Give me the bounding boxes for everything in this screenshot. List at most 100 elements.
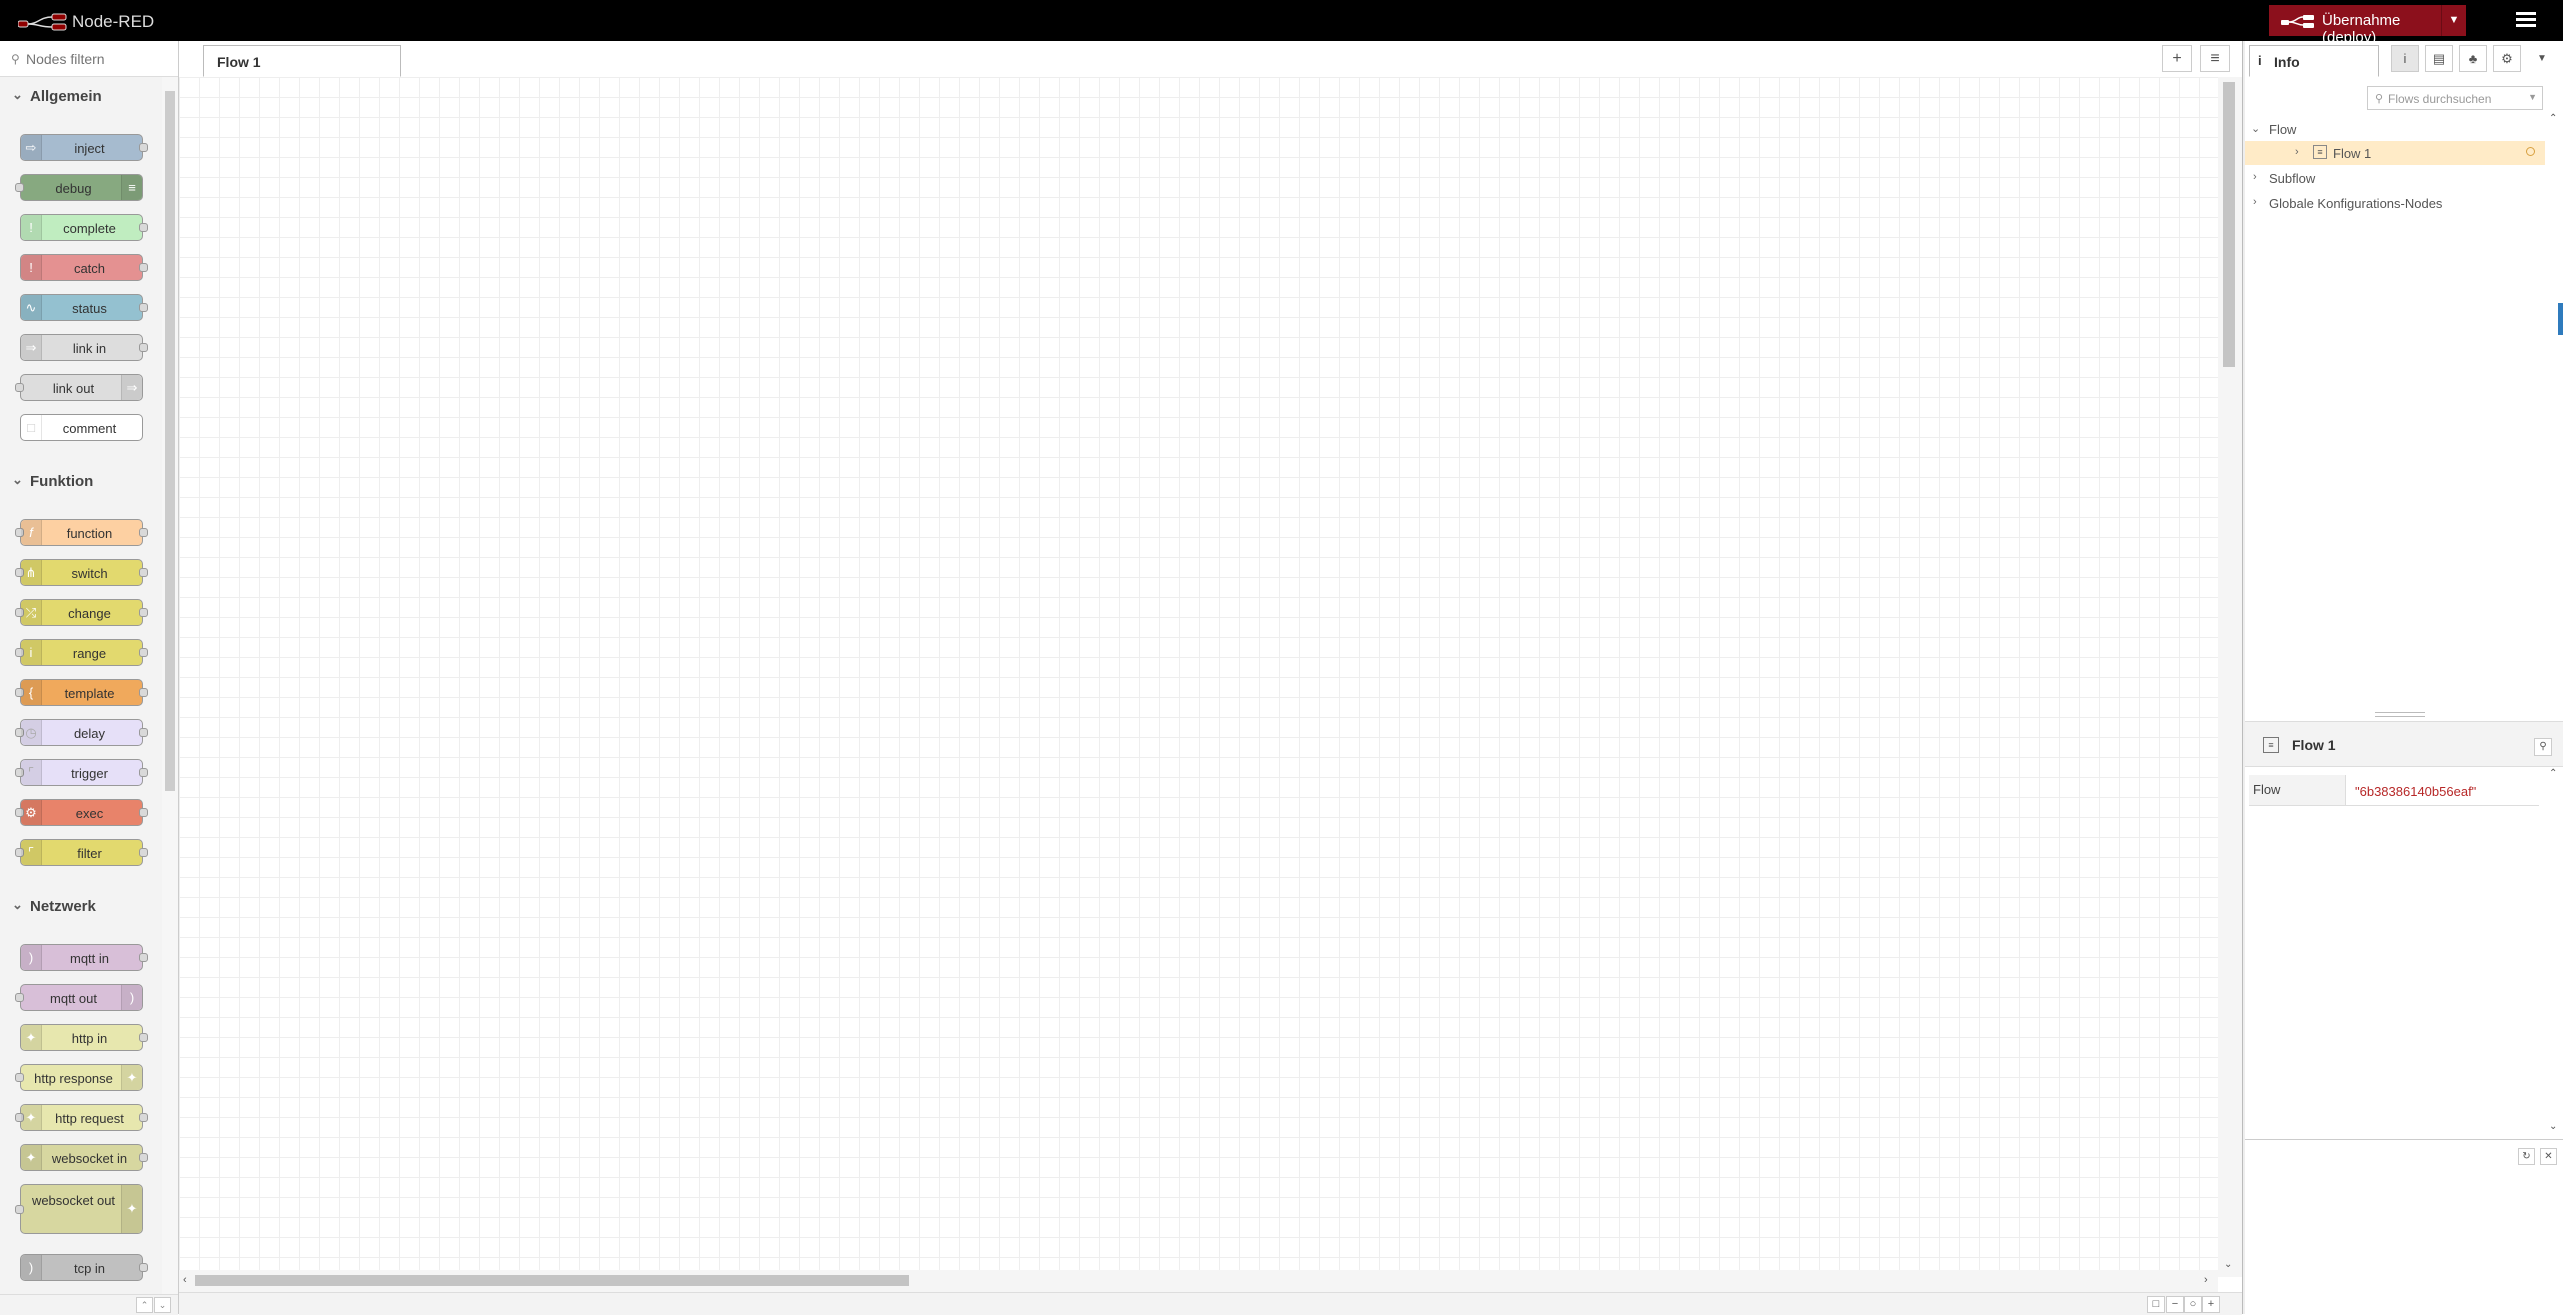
zoom-in-icon[interactable]: + bbox=[2202, 1296, 2220, 1313]
scroll-up-icon[interactable]: ⌃ bbox=[2549, 113, 2557, 124]
flow-canvas[interactable] bbox=[179, 77, 2218, 1277]
list-icon: ≡ bbox=[121, 175, 142, 200]
palette-node-http-response[interactable]: http response ✦ bbox=[15, 1064, 143, 1091]
chevron-down-icon: ⌄ bbox=[12, 472, 23, 487]
palette-node-complete[interactable]: ! complete bbox=[20, 214, 148, 241]
tree-item-flow-1[interactable]: › ≡ Flow 1 bbox=[2245, 141, 2545, 165]
zoom-reset-icon[interactable]: ○ bbox=[2184, 1296, 2202, 1313]
node-details-panel: ≡ Flow 1 ⚲ Flow "6b38386140b56eaf" ⌃ ⌄ bbox=[2245, 721, 2563, 1140]
search-icon[interactable]: ⚲ bbox=[2534, 738, 2552, 756]
palette-node-filter[interactable]: ⌜ filter bbox=[15, 839, 148, 866]
braces-icon: { bbox=[21, 680, 42, 705]
palette-node-inject[interactable]: ⇨ inject bbox=[20, 134, 148, 161]
zoom-out-icon[interactable]: − bbox=[2166, 1296, 2184, 1313]
scroll-down-icon[interactable]: ⌄ bbox=[2224, 1259, 2232, 1270]
palette-node-comment[interactable]: □ comment bbox=[20, 414, 143, 441]
canvas-vertical-scrollbar[interactable]: ⌄ bbox=[2218, 77, 2242, 1277]
category-funktion[interactable]: ⌄ Funktion bbox=[0, 467, 162, 497]
workspace-footer: □ − ○ + bbox=[179, 1292, 2242, 1315]
tree-item-flow[interactable]: ⌄ Flow bbox=[2245, 117, 2545, 141]
palette-node-mqtt-in[interactable]: ) mqtt in bbox=[20, 944, 148, 971]
help-tab-button[interactable]: ▤ bbox=[2425, 45, 2453, 72]
palette-node-exec[interactable]: ⚙ exec bbox=[15, 799, 148, 826]
palette-node-debug[interactable]: debug ≡ bbox=[15, 174, 143, 201]
palette-node-catch[interactable]: ! catch bbox=[20, 254, 148, 281]
collapse-all-icon[interactable]: ⌃ bbox=[136, 1297, 153, 1313]
chevron-right-icon: › bbox=[2295, 146, 2299, 158]
palette-node-switch[interactable]: ⋔ switch bbox=[15, 559, 148, 586]
function-icon: f bbox=[21, 520, 42, 545]
palette-node-http-in[interactable]: ✦ http in bbox=[20, 1024, 148, 1051]
main-menu-button[interactable] bbox=[2516, 10, 2536, 30]
link-icon: ⇒ bbox=[121, 375, 142, 400]
close-icon[interactable]: ✕ bbox=[2540, 1148, 2557, 1165]
palette-node-trigger[interactable]: ⌜ trigger bbox=[15, 759, 148, 786]
palette-node-http-request[interactable]: ✦ http request bbox=[15, 1104, 148, 1131]
details-scrollbar[interactable]: ⌃ ⌄ bbox=[2545, 766, 2563, 1140]
tab-info[interactable]: i Info bbox=[2249, 45, 2379, 77]
flow-status-icon bbox=[2526, 147, 2535, 156]
globe-icon: ✦ bbox=[21, 1105, 42, 1130]
wireless-icon: ) bbox=[21, 1255, 42, 1280]
deploy-menu-button[interactable]: ▼ bbox=[2442, 5, 2466, 36]
chevron-down-icon: ⌄ bbox=[12, 897, 23, 912]
info-tab-button[interactable]: i bbox=[2391, 45, 2419, 72]
chevron-right-icon: › bbox=[2253, 196, 2257, 208]
filter-icon: ⌜ bbox=[21, 840, 42, 865]
debug-tab-button[interactable]: ♣ bbox=[2459, 45, 2487, 72]
scroll-up-icon[interactable]: ⌃ bbox=[2549, 768, 2557, 779]
globe-icon: ✦ bbox=[121, 1065, 142, 1090]
outline-scrollbar[interactable]: ⌃ ⌄ bbox=[2545, 113, 2563, 783]
palette-filter-input[interactable] bbox=[24, 48, 173, 70]
flow-icon: ≡ bbox=[2263, 737, 2279, 753]
canvas-hscroll-thumb[interactable] bbox=[195, 1275, 909, 1286]
config-tab-button[interactable]: ⚙ bbox=[2493, 45, 2521, 72]
info-icon: i bbox=[2258, 53, 2262, 68]
expand-all-icon[interactable]: ⌄ bbox=[154, 1297, 171, 1313]
add-flow-button[interactable]: + bbox=[2162, 45, 2192, 72]
scroll-down-icon[interactable]: ⌄ bbox=[2549, 1121, 2557, 1132]
search-icon: ⚲ bbox=[2375, 93, 2384, 105]
navigator-icon[interactable]: □ bbox=[2147, 1296, 2165, 1313]
info-split-handle[interactable] bbox=[2375, 712, 2425, 717]
tab-flow-1[interactable]: Flow 1 bbox=[203, 45, 401, 77]
sidebar-menu-caret-icon[interactable]: ▼ bbox=[2537, 53, 2547, 64]
chevron-down-icon: ⌄ bbox=[2251, 123, 2261, 135]
canvas-horizontal-scrollbar[interactable]: ‹ › bbox=[179, 1270, 2218, 1292]
refresh-icon[interactable]: ↻ bbox=[2518, 1148, 2535, 1165]
tree-item-subflow[interactable]: › Subflow bbox=[2245, 166, 2545, 190]
palette-node-template[interactable]: { template bbox=[15, 679, 148, 706]
range-icon: i bbox=[21, 640, 42, 665]
canvas-vscroll-thumb[interactable] bbox=[2223, 82, 2235, 367]
palette-node-websocket-out[interactable]: websocket out ✦ bbox=[15, 1184, 143, 1234]
list-flows-button[interactable]: ≡ bbox=[2200, 45, 2230, 72]
deploy-button[interactable]: Übernahme (deploy) bbox=[2269, 5, 2442, 46]
palette-node-function[interactable]: f function bbox=[15, 519, 148, 546]
palette-node-range[interactable]: i range bbox=[15, 639, 148, 666]
scroll-left-icon[interactable]: ‹ bbox=[183, 1274, 187, 1286]
gear-icon: ⚙ bbox=[2501, 51, 2513, 66]
palette-node-tcp-in[interactable]: ) tcp in bbox=[20, 1254, 148, 1281]
caret-down-icon: ▼ bbox=[2448, 14, 2460, 26]
palette-node-mqtt-out[interactable]: mqtt out ) bbox=[15, 984, 143, 1011]
palette-scrollbar[interactable] bbox=[162, 77, 178, 1314]
caret-down-icon: ▼ bbox=[2528, 92, 2537, 102]
palette-node-link-out[interactable]: link out ⇒ bbox=[15, 374, 143, 401]
flows-search-input[interactable]: ⚲ Flows durchsuchen ▼ bbox=[2367, 86, 2543, 110]
palette-node-status[interactable]: ∿ status bbox=[20, 294, 148, 321]
category-netzwerk[interactable]: ⌄ Netzwerk bbox=[0, 892, 162, 922]
book-icon: ▤ bbox=[2432, 51, 2446, 66]
palette-node-link-in[interactable]: ⇒ link in bbox=[20, 334, 148, 361]
palette-scroll-thumb[interactable] bbox=[165, 91, 175, 791]
property-row-flow: Flow "6b38386140b56eaf" bbox=[2249, 775, 2539, 806]
palette-node-change[interactable]: ⤮ change bbox=[15, 599, 148, 626]
category-allgemein[interactable]: ⌄ Allgemein bbox=[0, 82, 162, 112]
palette-node-delay[interactable]: ◷ delay bbox=[15, 719, 148, 746]
clock-icon: ◷ bbox=[21, 720, 42, 745]
palette-node-websocket-in[interactable]: ✦ websocket in bbox=[20, 1144, 148, 1171]
scroll-right-icon[interactable]: › bbox=[2204, 1274, 2208, 1286]
details-header: ≡ Flow 1 ⚲ bbox=[2245, 722, 2563, 767]
tree-item-global-config[interactable]: › Globale Konfigurations-Nodes bbox=[2245, 191, 2545, 215]
flow-id-value: "6b38386140b56eaf" bbox=[2355, 784, 2477, 799]
list-icon: ≡ bbox=[2210, 50, 2220, 67]
